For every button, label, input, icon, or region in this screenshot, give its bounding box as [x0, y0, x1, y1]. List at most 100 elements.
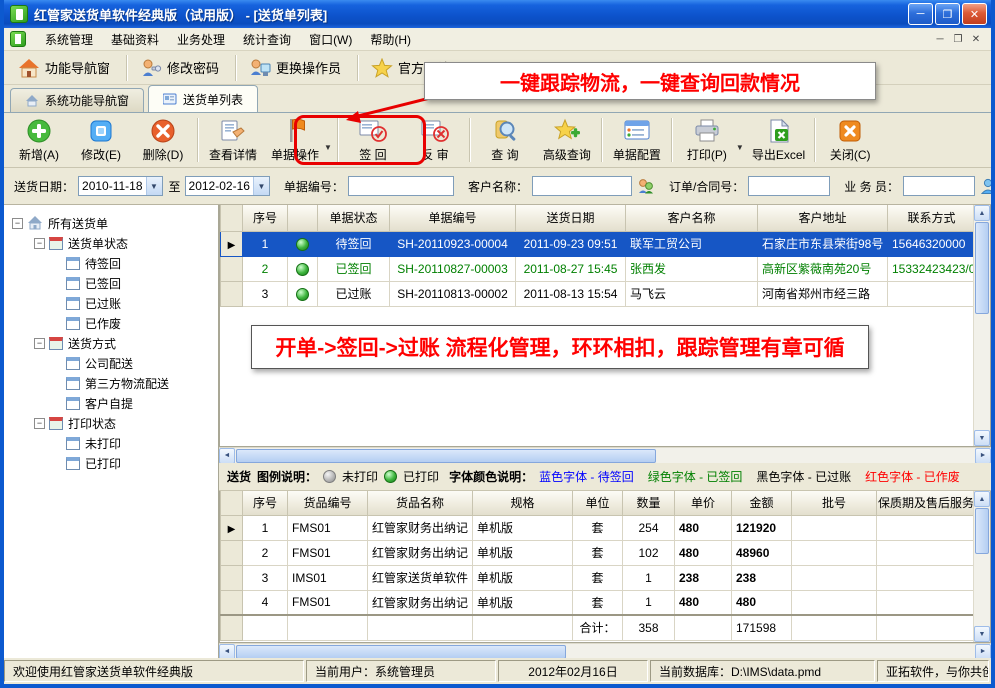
maximize-button[interactable]: ❐ [935, 3, 960, 25]
export-excel-button[interactable]: 导出Excel [746, 114, 811, 166]
salesman-input[interactable] [903, 176, 975, 196]
tree-item-customer-pickup[interactable]: 客户自提 [4, 393, 218, 413]
menu-system[interactable]: 系统管理 [36, 28, 102, 51]
date-from-value: 2010-11-18 [79, 179, 146, 193]
tree-item-printed[interactable]: 已打印 [4, 453, 218, 473]
tree-item-company-delivery[interactable]: 公司配送 [4, 353, 218, 373]
tree-item-posted[interactable]: 已过账 [4, 293, 218, 313]
tab-delivery-list[interactable]: 送货单列表 [148, 85, 258, 112]
table-row[interactable]: 2 已签回 SH-20110827-00003 2011-08-27 15:45… [221, 256, 976, 281]
collapse-icon[interactable]: − [34, 338, 45, 349]
tree-item-voided[interactable]: 已作废 [4, 313, 218, 333]
menu-help[interactable]: 帮助(H) [361, 28, 420, 51]
scroll-up-icon[interactable]: ▲ [974, 491, 990, 507]
tree-item-signed[interactable]: 已签回 [4, 273, 218, 293]
scrollbar-thumb[interactable] [236, 645, 566, 659]
col-seq[interactable]: 序号 [243, 205, 288, 231]
doc-no-input[interactable] [348, 176, 454, 196]
col-date[interactable]: 送货日期 [516, 205, 626, 231]
menu-window[interactable]: 窗口(W) [300, 28, 361, 51]
chevron-down-icon[interactable]: ▼ [253, 177, 269, 195]
vertical-scrollbar[interactable]: ▲ ▼ [973, 205, 990, 446]
scroll-right-icon[interactable]: ► [975, 448, 991, 464]
scroll-down-icon[interactable]: ▼ [974, 626, 990, 642]
col-price[interactable]: 单价 [675, 491, 732, 515]
scroll-up-icon[interactable]: ▲ [974, 205, 990, 221]
col-service[interactable]: 保质期及售后服务 [877, 491, 976, 515]
tree-item-third-party[interactable]: 第三方物流配送 [4, 373, 218, 393]
horizontal-scrollbar[interactable]: ◄ ► [219, 643, 991, 658]
scrollbar-thumb[interactable] [236, 449, 656, 463]
tree-item-method-group[interactable]: − 送货方式 [4, 333, 218, 353]
table-row[interactable]: ▶ 1 待签回 SH-20110923-00004 2011-09-23 09:… [221, 231, 976, 256]
table-row[interactable]: 3 已过账 SH-20110813-00002 2011-08-13 15:54… [221, 281, 976, 306]
table-row[interactable]: ▶ 1 FMS01 红管家财务出纳记 单机版 套 254 480 121920 [221, 515, 976, 540]
col-status[interactable]: 单据状态 [318, 205, 390, 231]
date-from-combobox[interactable]: 2010-11-18 ▼ [78, 176, 163, 196]
salesman-picker-icon[interactable] [980, 178, 991, 194]
col-qty[interactable]: 数量 [623, 491, 675, 515]
tree-item-pending-sign[interactable]: 待签回 [4, 253, 218, 273]
cell-price: 480 [675, 515, 732, 540]
delete-button[interactable]: 删除(D) [132, 114, 194, 166]
scroll-left-icon[interactable]: ◄ [219, 448, 235, 464]
chevron-down-icon[interactable]: ▼ [146, 177, 162, 195]
mdi-restore-button[interactable]: ❐ [949, 31, 967, 47]
col-doc-no[interactable]: 单据编号 [390, 205, 516, 231]
col-address[interactable]: 客户地址 [758, 205, 888, 231]
mdi-close-button[interactable]: ✕ [967, 31, 985, 47]
col-unit[interactable]: 单位 [573, 491, 623, 515]
menu-business[interactable]: 业务处理 [168, 28, 234, 51]
nav-window-button[interactable]: 功能导航窗 [12, 54, 120, 82]
mdi-minimize-button[interactable]: ─ [931, 31, 949, 47]
print-button[interactable]: 打印(P) [676, 114, 738, 166]
col-item-code[interactable]: 货品编号 [288, 491, 368, 515]
menu-stats[interactable]: 统计查询 [234, 28, 300, 51]
minimize-button[interactable]: ─ [908, 3, 933, 25]
col-customer[interactable]: 客户名称 [626, 205, 758, 231]
scroll-right-icon[interactable]: ► [975, 644, 991, 659]
add-button[interactable]: 新增(A) [8, 114, 70, 166]
scrollbar-thumb[interactable] [975, 508, 989, 554]
change-password-button[interactable]: 修改密码 [134, 54, 229, 82]
table-row[interactable]: 4 FMS01 红管家财务出纳记 单机版 套 1 480 480 [221, 590, 976, 615]
date-to-combobox[interactable]: 2012-02-16 ▼ [185, 176, 270, 196]
scrollbar-thumb[interactable] [975, 222, 989, 314]
table-row[interactable]: 2 FMS01 红管家财务出纳记 单机版 套 102 480 48960 [221, 540, 976, 565]
col-seq[interactable]: 序号 [243, 491, 288, 515]
scroll-down-icon[interactable]: ▼ [974, 430, 990, 446]
col-spec[interactable]: 规格 [473, 491, 573, 515]
col-batch[interactable]: 批号 [792, 491, 877, 515]
edit-button[interactable]: 修改(E) [70, 114, 132, 166]
close-list-button[interactable]: 关闭(C) [819, 114, 881, 166]
collapse-icon[interactable]: − [34, 418, 45, 429]
cell-empty [675, 615, 732, 640]
tree-label: 已作废 [85, 315, 121, 332]
query-button[interactable]: 查 询 [474, 114, 536, 166]
switch-operator-button[interactable]: 更换操作员 [243, 54, 351, 82]
col-contact[interactable]: 联系方式 [888, 205, 976, 231]
horizontal-scrollbar[interactable]: ◄ ► [219, 447, 991, 463]
tree-item-not-printed[interactable]: 未打印 [4, 433, 218, 453]
table-row[interactable]: 3 IMS01 红管家送货单软件 单机版 套 1 238 238 [221, 565, 976, 590]
tree-item-all[interactable]: − 所有送货单 [4, 213, 218, 233]
view-detail-button[interactable]: 查看详情 [202, 114, 264, 166]
vertical-scrollbar[interactable]: ▲ ▼ [973, 491, 990, 642]
collapse-icon[interactable]: − [34, 238, 45, 249]
col-print-icon[interactable] [288, 205, 318, 231]
col-item-name[interactable]: 货品名称 [368, 491, 473, 515]
tab-nav-window[interactable]: 系统功能导航窗 [10, 88, 144, 112]
doc-config-button[interactable]: 单据配置 [606, 114, 668, 166]
close-button[interactable]: ✕ [962, 3, 987, 25]
order-no-input[interactable] [748, 176, 830, 196]
collapse-icon[interactable]: − [12, 218, 23, 229]
print-dropdown-icon[interactable]: ▼ [736, 143, 744, 152]
scroll-left-icon[interactable]: ◄ [219, 644, 235, 659]
menu-basedata[interactable]: 基础资料 [102, 28, 168, 51]
tree-item-status-group[interactable]: − 送货单状态 [4, 233, 218, 253]
tree-item-print-group[interactable]: − 打印状态 [4, 413, 218, 433]
customer-input[interactable] [532, 176, 632, 196]
customer-picker-icon[interactable] [637, 178, 655, 194]
col-amount[interactable]: 金额 [732, 491, 792, 515]
advanced-query-button[interactable]: 高级查询 [536, 114, 598, 166]
